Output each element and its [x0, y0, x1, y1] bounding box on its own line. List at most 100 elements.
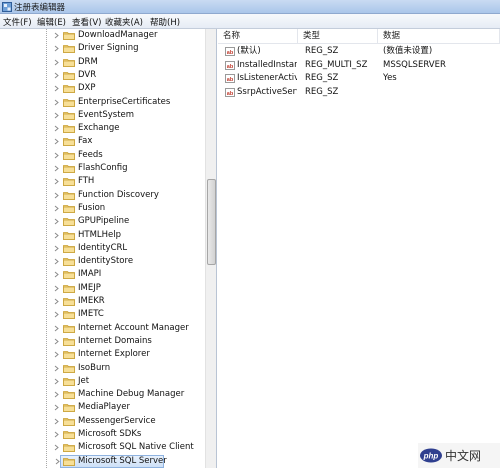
chevron-right-icon[interactable]: [53, 418, 60, 425]
svg-text:ab: ab: [227, 50, 234, 56]
tree-item[interactable]: IMEJP: [0, 282, 205, 295]
chevron-right-icon[interactable]: [53, 125, 60, 132]
tree-item[interactable]: Fusion: [0, 202, 205, 215]
tree-item[interactable]: DXP: [0, 82, 205, 95]
chevron-right-icon[interactable]: [53, 112, 60, 119]
chevron-right-icon[interactable]: [53, 192, 60, 199]
tree-item[interactable]: Feeds: [0, 149, 205, 162]
tree-item[interactable]: Internet Account Manager: [0, 322, 205, 335]
tree-item-label: DVR: [78, 69, 97, 80]
chevron-right-icon[interactable]: [53, 218, 60, 225]
tree-item[interactable]: EventSystem: [0, 109, 205, 122]
chevron-right-icon[interactable]: [53, 85, 60, 92]
chevron-right-icon[interactable]: [53, 378, 60, 385]
chevron-right-icon[interactable]: [53, 338, 60, 345]
folder-icon: [63, 444, 75, 453]
tree-item[interactable]: IMETC: [0, 308, 205, 321]
tree-item[interactable]: EnterpriseCertificates: [0, 96, 205, 109]
value-type: REG_SZ: [305, 46, 339, 56]
chevron-right-icon[interactable]: [53, 59, 60, 66]
tree-item[interactable]: IMAPI: [0, 268, 205, 281]
tree-item[interactable]: Internet Explorer: [0, 348, 205, 361]
chevron-right-icon[interactable]: [53, 232, 60, 239]
tree-item[interactable]: GPUPipeline: [0, 215, 205, 228]
chevron-right-icon[interactable]: [53, 245, 60, 252]
tree-item-label: Fusion: [78, 202, 106, 213]
tree-item[interactable]: FTH: [0, 175, 205, 188]
value-data: MSSQLSERVER: [383, 59, 446, 70]
chevron-right-icon[interactable]: [53, 391, 60, 398]
folder-icon: [63, 324, 75, 333]
tree-item-label: Driver Signing: [78, 43, 139, 54]
chevron-right-icon[interactable]: [53, 165, 60, 172]
chevron-right-icon[interactable]: [53, 72, 60, 79]
value-row[interactable]: abInstalledInstan... REG_MULTI_SZ MSSQLSER…: [218, 59, 500, 72]
tree-item[interactable]: Machine Debug Manager: [0, 388, 205, 401]
tree-item[interactable]: IsoBurn: [0, 362, 205, 375]
chevron-right-icon[interactable]: [53, 325, 60, 332]
chevron-right-icon[interactable]: [53, 404, 60, 411]
folder-icon: [63, 85, 75, 94]
tree-item[interactable]: Exchange: [0, 122, 205, 135]
value-data: Yes: [383, 73, 397, 83]
tree-item[interactable]: FlashConfig: [0, 162, 205, 175]
folder-icon: [63, 377, 75, 386]
tree-item[interactable]: DRM: [0, 56, 205, 69]
folder-icon: [63, 417, 75, 426]
chevron-right-icon[interactable]: [53, 311, 60, 318]
folder-icon: [63, 457, 75, 466]
chevron-right-icon[interactable]: [53, 178, 60, 185]
header-divider: [218, 43, 500, 44]
tree-item[interactable]: Microsoft SQL Native Client: [0, 441, 205, 454]
tree-item[interactable]: Function Discovery: [0, 189, 205, 202]
chevron-right-icon[interactable]: [53, 365, 60, 372]
value-row[interactable]: abIsListenerActive REG_SZ Yes: [218, 72, 500, 85]
chevron-right-icon[interactable]: [53, 99, 60, 106]
folder-icon: [63, 165, 75, 173]
folder-icon: [63, 98, 75, 107]
chevron-right-icon[interactable]: [54, 458, 61, 465]
tree-item[interactable]: Internet Domains: [0, 335, 205, 348]
column-header-name[interactable]: 名称: [218, 29, 298, 43]
tree-item[interactable]: IMEKR: [0, 295, 205, 308]
chevron-right-icon[interactable]: [53, 45, 60, 52]
menu-favorites[interactable]: 收藏夹(A): [105, 16, 143, 28]
chevron-right-icon[interactable]: [53, 258, 60, 265]
tree-item[interactable]: Microsoft SQL Server: [55, 454, 167, 468]
tree-item[interactable]: Jet: [0, 375, 205, 388]
column-header-data[interactable]: 数据: [378, 29, 500, 43]
value-row[interactable]: abSsrpActiveServ... REG_SZ: [218, 86, 500, 99]
tree-item[interactable]: Fax: [0, 135, 205, 148]
values-list[interactable]: 名称 类型 数据 ab (默认) REG_SZ (数值未设置) ab InstalledI…: [218, 29, 500, 468]
chevron-right-icon[interactable]: [53, 298, 60, 305]
tree-item[interactable]: Microsoft SDKs: [0, 428, 205, 441]
chevron-right-icon[interactable]: [53, 205, 60, 212]
folder-icon: [63, 178, 75, 187]
chevron-right-icon[interactable]: [53, 285, 60, 292]
menu-file[interactable]: 文件(F): [3, 16, 32, 28]
tree-scrollbar-thumb[interactable]: [207, 179, 216, 265]
regedit-icon: [2, 2, 12, 12]
chevron-right-icon[interactable]: [53, 152, 60, 159]
menu-help[interactable]: 帮助(H): [150, 16, 180, 28]
chevron-right-icon[interactable]: [53, 351, 60, 358]
tree-item[interactable]: IdentityStore: [0, 255, 205, 268]
value-row[interactable]: ab (默认) REG_SZ (数值未设置): [218, 45, 500, 58]
tree-item[interactable]: MessengerService: [0, 415, 205, 428]
registry-tree[interactable]: DownloadManager Driver Signing DRM DVR DXP En…: [0, 29, 217, 468]
menu-edit[interactable]: 编辑(E): [37, 16, 66, 28]
tree-scrollbar[interactable]: [205, 29, 216, 468]
tree-item[interactable]: DownloadManager: [0, 29, 205, 42]
chevron-right-icon[interactable]: [53, 444, 60, 451]
tree-item[interactable]: IdentityCRL: [0, 242, 205, 255]
tree-item[interactable]: HTMLHelp: [0, 229, 205, 242]
chevron-right-icon[interactable]: [53, 32, 60, 39]
chevron-right-icon[interactable]: [53, 138, 60, 145]
column-header-type[interactable]: 类型: [298, 29, 378, 43]
tree-item[interactable]: Driver Signing: [0, 42, 205, 55]
chevron-right-icon[interactable]: [53, 431, 60, 438]
menu-view[interactable]: 查看(V): [72, 16, 101, 28]
tree-item[interactable]: MediaPlayer: [0, 401, 205, 414]
tree-item[interactable]: DVR: [0, 69, 205, 82]
chevron-right-icon[interactable]: [53, 271, 60, 278]
